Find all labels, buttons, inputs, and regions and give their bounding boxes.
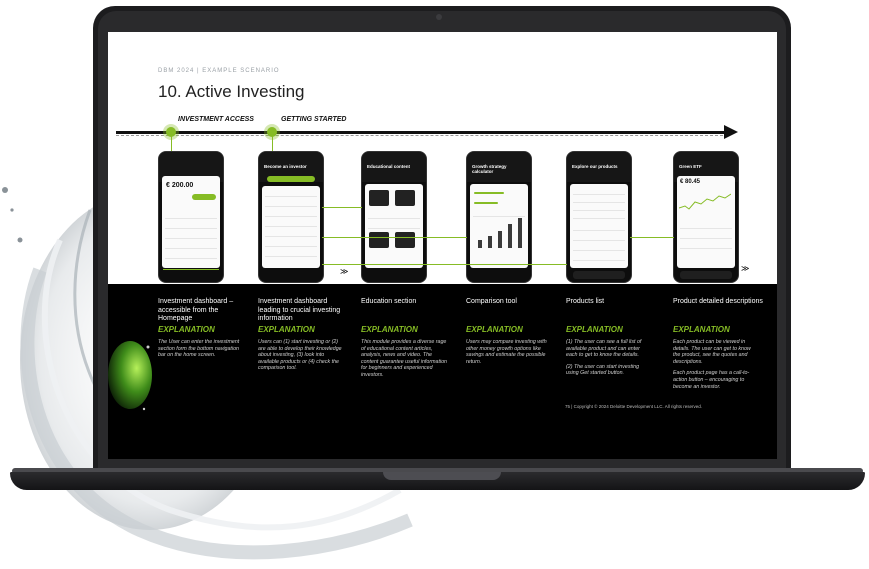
phone-mockup-product-detail: Green ETF € 80.45 bbox=[673, 151, 739, 283]
page-title: 10. Active Investing bbox=[158, 82, 305, 101]
phone-mockup-dashboard: € 200.00 bbox=[158, 151, 224, 283]
phone-mockup-become-investor: Become an investor bbox=[258, 151, 324, 283]
chevron-down-icon: ≫ bbox=[741, 264, 750, 273]
explanation-heading: EXPLANATION bbox=[361, 325, 418, 334]
chevron-down-icon: ≫ bbox=[340, 267, 349, 276]
price-chart bbox=[679, 193, 731, 210]
laptop-screen: DBM 2024 | EXAMPLE SCENARIO 10. Active I… bbox=[108, 32, 777, 459]
caption-product-detail: Product detailed descriptions bbox=[673, 298, 763, 305]
explanation-text: The User can enter the investment sectio… bbox=[158, 339, 240, 359]
caption-become-investor: Investment dashboard leading to crucial … bbox=[258, 298, 341, 322]
phone-mockup-products-list: Explore our products bbox=[566, 151, 632, 283]
explanation-text: Users may compare investing with other m… bbox=[466, 339, 547, 365]
explanation-text: This module provides a diverse rage of e… bbox=[361, 339, 447, 378]
caption-products-list: Products list bbox=[566, 298, 605, 305]
explanation-heading: EXPLANATION bbox=[466, 325, 523, 334]
explanation-heading: EXPLANATION bbox=[258, 325, 315, 334]
copyright-footer: 75 | Copyright © 2024 Deloitte Developme… bbox=[565, 404, 703, 409]
journey-arrow bbox=[116, 131, 728, 134]
step-label-investment-access: INVESTMENT ACCESS bbox=[178, 116, 254, 123]
become-investor-button bbox=[680, 271, 732, 279]
arrow-head-icon bbox=[724, 125, 738, 139]
get-started-button bbox=[573, 271, 625, 279]
caption-dashboard: Investment dashboard – accessible from t… bbox=[158, 298, 234, 322]
camera-icon bbox=[436, 14, 442, 20]
green-sphere-decoration bbox=[108, 341, 152, 411]
caption-comparison: Comparison tool bbox=[466, 298, 517, 305]
explanation-text: Users can (1) start investing or (2) are… bbox=[258, 339, 342, 372]
explanation-text: Each product can be viewed in details. T… bbox=[673, 339, 751, 390]
slide-eyebrow: DBM 2024 | EXAMPLE SCENARIO bbox=[158, 68, 280, 74]
caption-education: Education section bbox=[361, 298, 417, 305]
step-label-getting-started: GETTING STARTED bbox=[281, 116, 347, 123]
explanation-heading: EXPLANATION bbox=[673, 325, 730, 334]
explanation-heading: EXPLANATION bbox=[566, 325, 623, 334]
slide-top: DBM 2024 | EXAMPLE SCENARIO 10. Active I… bbox=[108, 32, 777, 284]
explanation-heading: EXPLANATION bbox=[158, 325, 215, 334]
balance-amount: € 200.00 bbox=[166, 182, 194, 189]
price-value: € 80.45 bbox=[680, 179, 701, 185]
laptop-notch bbox=[383, 472, 501, 480]
explanation-text: (1) The user can see a full list of avai… bbox=[566, 339, 642, 377]
